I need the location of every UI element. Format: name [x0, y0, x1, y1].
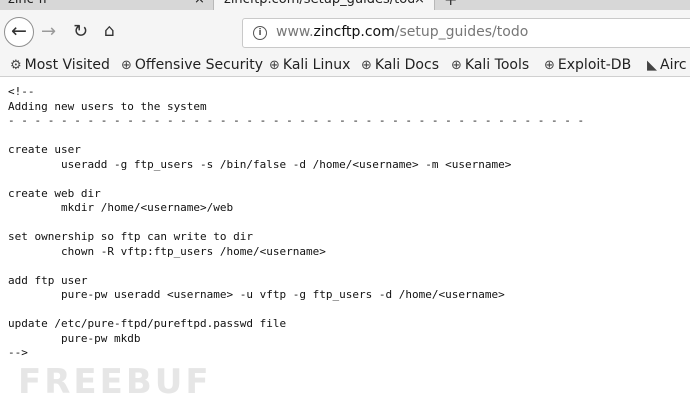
bookmark-kali-docs[interactable]: ⊕ Kali Docs: [361, 55, 439, 76]
globe-icon: ⊕: [544, 58, 555, 73]
tab-strip: zinc-ff × zincftp.com/setup_guides/todo …: [0, 0, 690, 10]
nav-bar: ← → ↻ ⌂ i www.zincftp.com/setup_guides/t…: [0, 10, 690, 54]
dragon-icon: ◣: [647, 58, 657, 73]
back-button[interactable]: ←: [4, 17, 34, 47]
new-tab-icon[interactable]: +: [444, 0, 457, 10]
url-bar[interactable]: i www.zincftp.com/setup_guides/todo: [242, 18, 690, 48]
home-button[interactable]: ⌂: [104, 21, 115, 41]
tab-1-title: zinc-ff: [8, 0, 47, 10]
globe-icon: ⊕: [269, 58, 280, 73]
tab-2-title: zincftp.com/setup_guides/todo: [224, 0, 414, 10]
bookmark-exploit-db[interactable]: ⊕ Exploit-DB: [544, 55, 631, 76]
bookmark-kali-tools[interactable]: ⊕ Kali Tools: [451, 55, 529, 76]
bookmark-offensive-security[interactable]: ⊕ Offensive Security: [121, 55, 263, 76]
tab-1-close-icon[interactable]: ×: [194, 0, 205, 10]
url-prefix: www.: [276, 24, 314, 40]
forward-button[interactable]: →: [41, 21, 56, 42]
info-icon[interactable]: i: [253, 26, 267, 40]
url-path: /setup_guides/todo: [394, 24, 529, 40]
globe-icon: ⊕: [121, 58, 132, 73]
bookmark-kali-linux[interactable]: ⊕ Kali Linux: [269, 55, 350, 76]
tab-2[interactable]: zincftp.com/setup_guides/todo ×: [214, 0, 435, 10]
reload-button[interactable]: ↻: [73, 21, 88, 42]
globe-icon: ⊕: [451, 58, 462, 73]
url-text[interactable]: www.zincftp.com/setup_guides/todo: [276, 24, 528, 40]
bookmarks-bar: ⚙ Most Visited ⊕ Offensive Security ⊕ Kali …: [0, 54, 690, 77]
watermark-logo: FREEBUF: [18, 362, 212, 402]
url-host: zincftp.com: [313, 24, 395, 40]
bookmark-most-visited[interactable]: ⚙ Most Visited: [10, 55, 110, 76]
bookmark-aircrack[interactable]: ◣ Airc: [647, 55, 687, 76]
globe-icon: ⊕: [361, 58, 372, 73]
gear-icon: ⚙: [10, 58, 22, 73]
tab-1[interactable]: zinc-ff ×: [0, 0, 214, 10]
page-content-text: <!-- Adding new users to the system - - …: [8, 85, 585, 359]
tab-2-close-icon[interactable]: ×: [414, 0, 425, 10]
